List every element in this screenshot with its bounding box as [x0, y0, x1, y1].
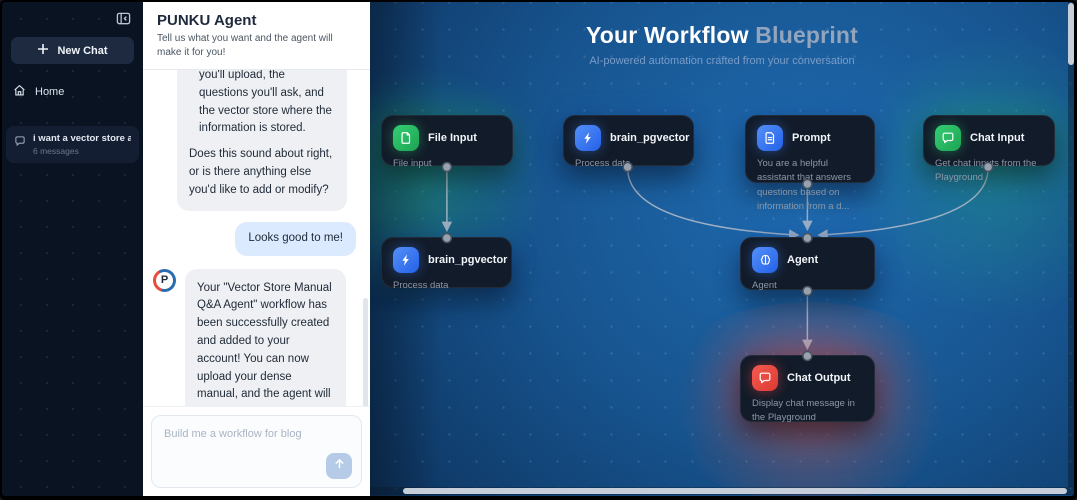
chat-header: PUNKU Agent Tell us what you want and th…	[143, 2, 370, 70]
file-icon	[393, 125, 419, 151]
assistant-message-final: Your "Vector Store Manual Q&A Agent" wor…	[185, 268, 346, 406]
brain-icon	[752, 247, 778, 273]
sidebar-item-home[interactable]: Home	[11, 80, 134, 104]
chat-panel-title: PUNKU Agent	[157, 12, 257, 29]
chat-input-area	[143, 406, 370, 496]
home-icon	[13, 84, 26, 100]
sidebar: New Chat Home i want a vector store agen…	[2, 2, 143, 496]
node-brain-pgvector-bottom[interactable]: brain_pgvector Process data	[381, 237, 512, 291]
history-title: i want a vector store agent	[33, 133, 131, 144]
node-brain-pgvector-top[interactable]: brain_pgvector Process data	[563, 115, 694, 169]
chat-bubble-icon	[14, 134, 26, 152]
canvas-title-accent: Blueprint	[748, 22, 859, 48]
horizontal-scrollbar-thumb[interactable]	[403, 488, 1067, 494]
node-prompt[interactable]: Prompt You are a helpful assistant that …	[745, 115, 875, 212]
chat-panel-subtitle: Tell us what you want and the agent will…	[157, 33, 333, 58]
assistant-message-detail: you'll upload, the questions you'll ask,…	[199, 70, 332, 135]
node-chat-input[interactable]: Chat Input Get chat inputs from the Play…	[923, 115, 1055, 183]
panel-collapse-icon	[116, 11, 131, 31]
file-text-icon	[757, 125, 783, 151]
new-chat-label: New Chat	[57, 44, 108, 57]
chat-scrollbar-thumb[interactable]	[363, 298, 368, 406]
new-chat-button[interactable]: New Chat	[11, 37, 134, 64]
user-message: Looks good to me!	[235, 221, 356, 256]
assistant-message-partial: you'll upload, the questions you'll ask,…	[177, 70, 347, 211]
canvas-subtitle: AI-powered automation crafted from your …	[589, 55, 855, 67]
canvas-title-block: Your Workflow Blueprint AI-powered autom…	[370, 22, 1074, 67]
assistant-message-question: Does this sound about right, or is there…	[189, 148, 333, 196]
vertical-scrollbar-track	[1068, 2, 1074, 487]
canvas-title: Your Workflow	[585, 22, 749, 48]
vertical-scrollbar-thumb[interactable]	[1068, 3, 1074, 65]
node-agent[interactable]: Agent Agent	[740, 237, 875, 291]
workflow-canvas[interactable]: Your Workflow Blueprint AI-powered autom…	[370, 2, 1074, 496]
node-file-input[interactable]: File Input File input	[381, 115, 513, 169]
chat-bubble-icon	[752, 365, 778, 391]
chat-panel: PUNKU Agent Tell us what you want and th…	[143, 2, 370, 496]
zap-icon	[575, 125, 601, 151]
history-message-count: 6 messages	[33, 146, 79, 156]
chat-history-item[interactable]: i want a vector store agent 6 messages	[6, 126, 139, 163]
node-chat-output[interactable]: Chat Output Display chat message in the …	[740, 355, 875, 423]
home-label: Home	[35, 86, 65, 98]
collapse-sidebar-button[interactable]	[114, 12, 132, 30]
plus-icon	[37, 43, 49, 58]
assistant-avatar: P	[153, 268, 176, 292]
send-button[interactable]	[326, 453, 352, 479]
chat-messages: you'll upload, the questions you'll ask,…	[143, 70, 370, 406]
arrow-up-icon	[333, 457, 346, 475]
avatar-letter: P	[156, 271, 173, 289]
zap-icon	[393, 247, 419, 273]
chat-bubble-icon	[935, 125, 961, 151]
app-window: New Chat Home i want a vector store agen…	[0, 0, 1077, 500]
